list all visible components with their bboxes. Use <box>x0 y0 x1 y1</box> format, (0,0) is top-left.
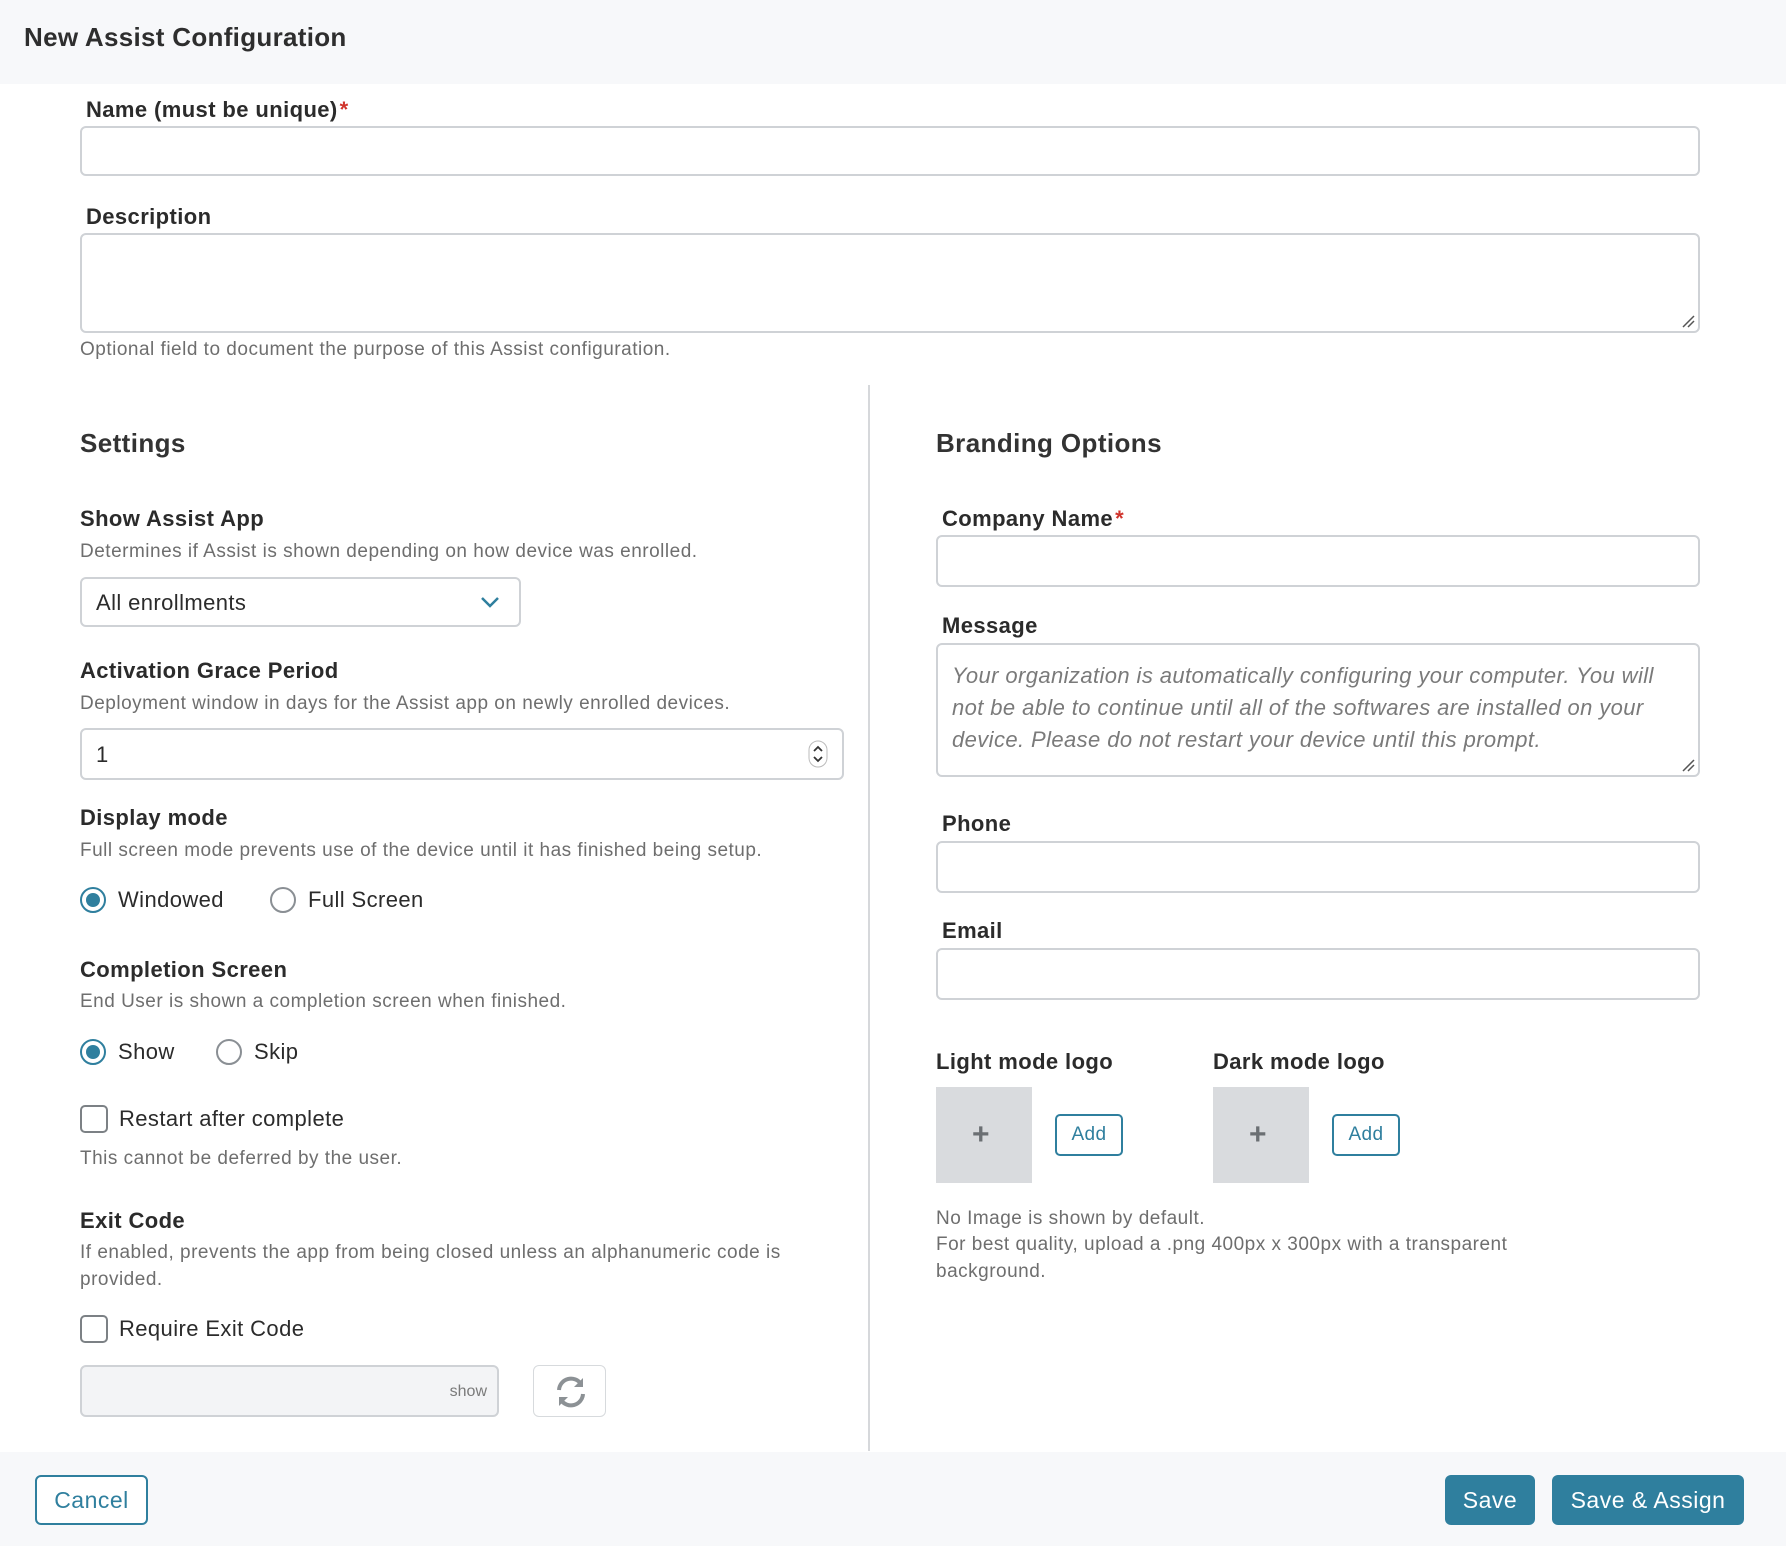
grace-period-label: Activation Grace Period <box>80 658 339 683</box>
required-mark: * <box>339 97 349 122</box>
chevron-down-icon <box>481 597 499 608</box>
logo-help-quality: For best quality, upload a .png 400px x … <box>936 1234 1508 1282</box>
spinner-icon[interactable] <box>808 740 828 768</box>
light-logo-add-button[interactable]: Add <box>1055 1114 1123 1156</box>
restart-help: This cannot be deferred by the user. <box>80 1148 403 1169</box>
message-label: Message <box>942 613 1038 638</box>
company-name-input[interactable] <box>936 535 1700 587</box>
save-button[interactable]: Save <box>1445 1475 1535 1525</box>
resize-grip-icon[interactable] <box>1681 314 1695 328</box>
show-assist-selected: All enrollments <box>96 590 247 615</box>
cancel-button[interactable]: Cancel <box>35 1475 148 1525</box>
name-label: Name (must be unique)* <box>86 97 349 123</box>
restart-label: Restart after complete <box>119 1106 345 1131</box>
description-textarea[interactable] <box>80 233 1700 333</box>
radio-show[interactable]: Show <box>80 1039 175 1065</box>
phone-input[interactable] <box>936 841 1700 893</box>
radio-full-screen-control[interactable] <box>270 887 296 913</box>
show-assist-help: Determines if Assist is shown depending … <box>80 541 698 562</box>
name-label-text: Name (must be unique) <box>86 97 338 122</box>
radio-skip-label: Skip <box>254 1039 299 1064</box>
exit-code-show-toggle[interactable]: show <box>450 1383 487 1401</box>
page-header: New Assist Configuration <box>0 0 1786 84</box>
radio-full-screen-label: Full Screen <box>308 887 424 912</box>
branding-title: Branding Options <box>936 428 1162 458</box>
grace-period-value: 1 <box>96 742 109 767</box>
radio-show-control[interactable] <box>80 1039 106 1065</box>
display-mode-label: Display mode <box>80 805 228 830</box>
exit-code-input[interactable]: show <box>80 1365 499 1417</box>
radio-windowed-label: Windowed <box>118 887 224 912</box>
show-assist-label: Show Assist App <box>80 506 265 531</box>
settings-title: Settings <box>80 428 186 458</box>
regenerate-code-button[interactable] <box>533 1365 606 1417</box>
exit-code-help: If enabled, prevents the app from being … <box>80 1242 781 1290</box>
description-help: Optional field to document the purpose o… <box>80 339 671 360</box>
grace-period-help: Deployment window in days for the Assist… <box>80 693 731 714</box>
refresh-icon <box>557 1376 585 1408</box>
restart-checkbox[interactable] <box>80 1105 108 1133</box>
radio-show-label: Show <box>118 1039 175 1064</box>
radio-windowed[interactable]: Windowed <box>80 887 224 913</box>
page-title: New Assist Configuration <box>24 22 347 52</box>
dark-logo-label: Dark mode logo <box>1213 1049 1385 1074</box>
description-label: Description <box>86 204 212 229</box>
message-placeholder: Your organization is automatically confi… <box>952 663 1654 752</box>
plus-icon: + <box>1249 1118 1267 1151</box>
require-exit-code-label: Require Exit Code <box>119 1316 305 1341</box>
completion-screen-label: Completion Screen <box>80 957 288 982</box>
show-assist-select[interactable]: All enrollments <box>80 577 521 627</box>
light-logo-label: Light mode logo <box>936 1049 1114 1074</box>
radio-full-screen[interactable]: Full Screen <box>270 887 424 913</box>
radio-skip-control[interactable] <box>216 1039 242 1065</box>
plus-icon: + <box>972 1118 990 1151</box>
dark-logo-dropzone[interactable]: + <box>1213 1087 1309 1183</box>
resize-grip-icon[interactable] <box>1681 758 1695 772</box>
company-name-label-text: Company Name <box>942 506 1114 531</box>
save-assign-button[interactable]: Save & Assign <box>1552 1475 1744 1525</box>
required-mark: * <box>1115 506 1125 531</box>
display-mode-help: Full screen mode prevents use of the dev… <box>80 840 763 861</box>
email-input[interactable] <box>936 948 1700 1000</box>
phone-label: Phone <box>942 811 1012 836</box>
logo-help-default: No Image is shown by default. <box>936 1208 1206 1229</box>
require-exit-code-checkbox[interactable] <box>80 1315 108 1343</box>
email-label: Email <box>942 918 1003 943</box>
exit-code-label: Exit Code <box>80 1208 186 1233</box>
name-input[interactable] <box>80 126 1700 176</box>
radio-skip[interactable]: Skip <box>216 1039 298 1065</box>
light-logo-dropzone[interactable]: + <box>936 1087 1032 1183</box>
column-divider <box>868 385 870 1451</box>
completion-screen-help: End User is shown a completion screen wh… <box>80 991 567 1012</box>
grace-period-input[interactable]: 1 <box>80 728 844 780</box>
dark-logo-add-button[interactable]: Add <box>1332 1114 1400 1156</box>
radio-windowed-control[interactable] <box>80 887 106 913</box>
company-name-label: Company Name* <box>942 506 1124 532</box>
